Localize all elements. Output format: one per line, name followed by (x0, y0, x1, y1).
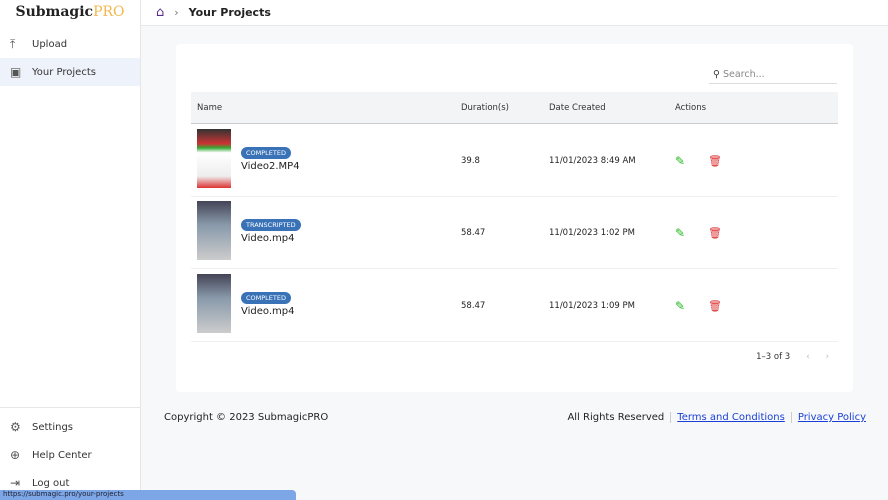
next-page-icon[interactable]: › (826, 352, 829, 362)
search-input[interactable]: ⚲ Search... (709, 66, 837, 84)
footer: Copyright © 2023 SubmagicPRO All Rights … (164, 412, 866, 423)
logout-icon: ⇥ (10, 476, 21, 490)
sidebar-item-settings[interactable]: ⚙ Settings (0, 413, 140, 441)
prev-page-icon[interactable]: ‹ (806, 352, 809, 362)
gear-icon: ⚙ (10, 420, 21, 434)
logo[interactable]: SubmagicPRO (0, 0, 140, 25)
chevron-right-icon: › (174, 6, 179, 19)
lifebuoy-icon: ⊕ (10, 448, 21, 462)
status-bar-url: https://submagic.pro/your-projects (0, 490, 296, 500)
status-badge: COMPLETED (241, 147, 291, 159)
status-badge: COMPLETED (241, 292, 291, 304)
table-header: Name Duration(s) Date Created Actions (191, 92, 838, 124)
page-title: Your Projects (188, 6, 271, 19)
sidebar-item-upload[interactable]: ⤒ Upload (0, 30, 140, 58)
terms-link[interactable]: Terms and Conditions (670, 412, 785, 423)
delete-icon[interactable]: 🗑 (708, 226, 722, 239)
video-name: Video.mp4 (241, 233, 295, 244)
table-row[interactable]: COMPLETED Video2.MP4 39.8 11/01/2023 8:4… (191, 125, 838, 197)
search-icon: ⚲ (713, 69, 723, 80)
video-name: Video2.MP4 (241, 161, 300, 172)
sidebar-item-help-center[interactable]: ⊕ Help Center (0, 441, 140, 469)
status-badge: TRANSCRIPTED (241, 219, 301, 231)
table-row[interactable]: COMPLETED Video.mp4 58.47 11/01/2023 1:0… (191, 270, 838, 342)
edit-icon[interactable]: ✎ (675, 299, 685, 313)
breadcrumb: ⌂ › Your Projects (141, 0, 888, 26)
edit-icon[interactable]: ✎ (675, 226, 685, 240)
projects-icon: ▣ (10, 65, 22, 79)
home-icon[interactable]: ⌂ (156, 5, 164, 20)
table-row[interactable]: TRANSCRIPTED Video.mp4 58.47 11/01/2023 … (191, 197, 838, 269)
edit-icon[interactable]: ✎ (675, 154, 685, 168)
projects-card: ⚲ Search... Name Duration(s) Date Create… (176, 44, 853, 392)
video-thumbnail[interactable] (197, 201, 231, 260)
video-name: Video.mp4 (241, 306, 295, 317)
sidebar-item-your-projects[interactable]: ▣ Your Projects (0, 58, 140, 86)
sidebar: SubmagicPRO ⤒ Upload ▣ Your Projects ⚙ Sett… (0, 0, 141, 500)
pagination: 1–3 of 3 ‹ › (756, 352, 829, 362)
privacy-link[interactable]: Privacy Policy (790, 412, 866, 423)
delete-icon[interactable]: 🗑 (708, 154, 722, 167)
upload-icon: ⤒ (10, 36, 16, 51)
delete-icon[interactable]: 🗑 (708, 299, 722, 312)
video-thumbnail[interactable] (197, 129, 231, 188)
video-thumbnail[interactable] (197, 274, 231, 333)
